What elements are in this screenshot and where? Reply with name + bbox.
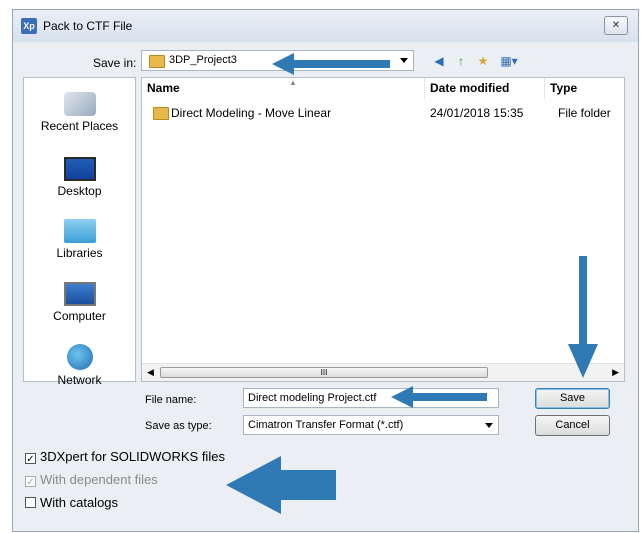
option-3dxpert-solidworks[interactable]: ✓ 3DXpert for SOLIDWORKS files — [25, 449, 225, 465]
file-name-label: File name: — [145, 394, 197, 406]
annotation-arrow-left-icon — [272, 53, 390, 75]
save-as-type-select[interactable]: Cimatron Transfer Format (*.ctf) — [243, 415, 499, 435]
place-computer[interactable]: Computer — [24, 282, 135, 323]
scroll-right-icon[interactable]: ▶ — [612, 367, 619, 378]
recent-places-icon — [63, 92, 96, 116]
row-name: Direct Modeling - Move Linear — [171, 106, 332, 120]
annotation-arrow-left-icon — [391, 386, 487, 408]
place-network[interactable]: Network — [24, 344, 135, 387]
new-folder-icon[interactable]: ★ — [475, 54, 491, 68]
table-row[interactable]: Direct Modeling - Move Linear 24/01/2018… — [142, 104, 624, 122]
column-header-date[interactable]: Date modified — [425, 78, 545, 99]
chevron-down-icon[interactable] — [485, 423, 493, 428]
checkbox-unchecked-icon[interactable] — [25, 497, 36, 508]
option-label: With catalogs — [40, 495, 119, 510]
option-with-dependent-files: ✓ With dependent files — [25, 472, 158, 488]
save-as-type-label: Save as type: — [145, 420, 212, 432]
network-icon — [66, 344, 93, 370]
row-date: 24/01/2018 15:35 — [430, 106, 524, 120]
checkbox-checked-icon[interactable]: ✓ — [25, 453, 36, 465]
column-header-type[interactable]: Type — [545, 78, 624, 99]
chevron-down-icon[interactable] — [400, 58, 408, 63]
row-type: File folder — [558, 106, 611, 120]
place-libraries[interactable]: Libraries — [24, 219, 135, 260]
save-in-value: 3DP_Project3 — [169, 54, 237, 66]
close-button[interactable]: ✕ — [604, 16, 628, 35]
up-folder-icon[interactable]: ↑ — [453, 54, 469, 68]
folder-icon — [153, 107, 169, 120]
column-header-name[interactable]: Name — [142, 78, 425, 99]
checkbox-checked-disabled-icon: ✓ — [25, 476, 36, 488]
annotation-arrow-down-icon — [568, 256, 598, 378]
places-bar: Recent Places Desktop Libraries Computer… — [23, 77, 136, 387]
place-desktop[interactable]: Desktop — [24, 157, 135, 198]
scroll-thumb[interactable]: III — [160, 367, 488, 378]
place-label: Network — [57, 373, 102, 387]
cancel-button[interactable]: Cancel — [535, 415, 610, 436]
option-label: With dependent files — [40, 472, 158, 487]
place-label: Computer — [53, 309, 106, 323]
horizontal-scrollbar[interactable]: ◀ III ▶ — [142, 363, 624, 381]
place-recent-places[interactable]: Recent Places — [24, 92, 135, 133]
xp-app-icon: Xp — [21, 18, 37, 34]
place-label: Desktop — [57, 184, 102, 198]
back-icon[interactable]: ◀ — [431, 54, 447, 68]
file-list[interactable]: Name ▲ Date modified Type Direct Modelin… — [141, 77, 625, 382]
computer-icon — [63, 282, 96, 306]
place-label: Recent Places — [40, 119, 119, 133]
window-title: Pack to CTF File — [43, 19, 133, 33]
folder-icon — [149, 55, 165, 68]
save-as-type-value: Cimatron Transfer Format (*.ctf) — [248, 419, 404, 431]
title-bar: Xp Pack to CTF File ✕ — [13, 10, 638, 42]
save-in-label: Save in: — [93, 56, 137, 70]
option-with-catalogs[interactable]: With catalogs — [25, 495, 118, 510]
sort-ascending-icon: ▲ — [289, 78, 297, 87]
place-label: Libraries — [56, 246, 103, 260]
scroll-left-icon[interactable]: ◀ — [147, 367, 154, 378]
save-button[interactable]: Save — [535, 388, 610, 409]
libraries-icon — [63, 219, 96, 243]
views-menu-icon[interactable]: ▦▾ — [498, 54, 520, 68]
annotation-arrow-left-icon — [226, 456, 336, 514]
desktop-icon — [63, 157, 96, 181]
option-label: 3DXpert for SOLIDWORKS files — [40, 449, 225, 464]
